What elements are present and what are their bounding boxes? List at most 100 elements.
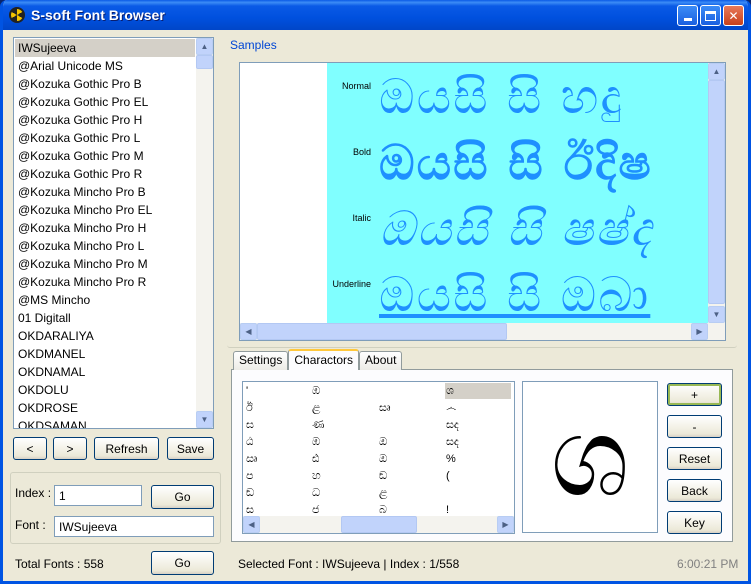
- font-list-item[interactable]: @Kozuka Mincho Pro B: [15, 183, 195, 201]
- scroll-thumb[interactable]: [196, 55, 213, 69]
- font-list-item[interactable]: @Kozuka Gothic Pro EL: [15, 93, 195, 111]
- font-list-item[interactable]: @Kozuka Mincho Pro H: [15, 219, 195, 237]
- char-cell[interactable]: ඹ: [311, 434, 377, 450]
- char-grid-hscrollbar[interactable]: ◀ ▶: [243, 516, 514, 533]
- char-cell[interactable]: ප: [245, 468, 311, 484]
- character-grid[interactable]: ' ඹ ශ ඊ ළ සෘ ෴ ඝ ණ සද ඨ ඹ ඔ සද ඍ ඪ ඔ% ප හ ඞ(ඞ ධ ළ ස ජ බ! ◀ ▶: [242, 381, 515, 534]
- char-scroll-left-button[interactable]: ◀: [243, 516, 260, 533]
- title-bar[interactable]: S-soft Font Browser ✕: [3, 0, 748, 30]
- char-cell[interactable]: ඔ: [378, 434, 444, 450]
- refresh-button[interactable]: Refresh: [94, 437, 159, 460]
- app-logo-icon[interactable]: [9, 7, 25, 23]
- samples-vscroll-thumb[interactable]: [708, 80, 725, 304]
- font-list-item[interactable]: OKDSAMAN: [15, 417, 195, 428]
- char-cell[interactable]: ළ: [311, 400, 377, 416]
- reset-button[interactable]: Reset: [667, 447, 722, 470]
- scroll-up-button[interactable]: ▲: [196, 38, 213, 55]
- char-hscroll-thumb[interactable]: [341, 516, 417, 533]
- char-cell[interactable]: ෴: [445, 400, 511, 416]
- char-cell[interactable]: ළ: [378, 485, 444, 501]
- font-list-item[interactable]: @Kozuka Gothic Pro R: [15, 165, 195, 183]
- font-list-item[interactable]: OKDNAMAL: [15, 363, 195, 381]
- key-button[interactable]: Key: [667, 511, 722, 534]
- index-go-button[interactable]: Go: [151, 485, 214, 509]
- maximize-button[interactable]: [700, 5, 721, 26]
- font-list-item[interactable]: @Kozuka Gothic Pro H: [15, 111, 195, 129]
- char-row: ' ඹ ශ: [243, 383, 511, 399]
- zoom-out-button[interactable]: -: [667, 415, 722, 438]
- preview-glyph: ශ: [550, 393, 630, 521]
- total-go-button[interactable]: Go: [151, 551, 214, 575]
- font-list-item[interactable]: @Kozuka Gothic Pro B: [15, 75, 195, 93]
- char-scroll-right-button[interactable]: ▶: [497, 516, 514, 533]
- char-cell[interactable]: ධ: [311, 485, 377, 501]
- samples-hscrollbar[interactable]: ◀ ▶: [240, 323, 725, 340]
- sample-style-label: Normal: [341, 81, 371, 91]
- font-list-item[interactable]: @Kozuka Gothic Pro L: [15, 129, 195, 147]
- samples-panel: Normal ඔයසි සි හදු Bold ඔයසි සි ඊදිෂ Italic ඔ…: [239, 62, 726, 341]
- save-button[interactable]: Save: [167, 437, 214, 460]
- prev-font-button[interactable]: <: [13, 437, 47, 460]
- font-list-item[interactable]: OKDMANEL: [15, 345, 195, 363]
- char-cell[interactable]: %: [445, 451, 511, 467]
- font-list-item[interactable]: @Kozuka Mincho Pro M: [15, 255, 195, 273]
- char-cell[interactable]: ඞ: [378, 468, 444, 484]
- char-cell[interactable]: (: [445, 468, 511, 484]
- char-cell[interactable]: ': [245, 383, 311, 399]
- close-button[interactable]: ✕: [723, 5, 744, 26]
- tab-strip: Settings Charactors About: [233, 349, 403, 370]
- font-list[interactable]: IWSujeeva @Arial Unicode MS @Kozuka Gothic…: [13, 37, 214, 429]
- char-cell[interactable]: ඞ: [245, 485, 311, 501]
- char-cell[interactable]: ඊ: [245, 400, 311, 416]
- samples-scroll-right-button[interactable]: ▶: [691, 323, 708, 340]
- font-list-item[interactable]: @Kozuka Mincho Pro L: [15, 237, 195, 255]
- index-input[interactable]: 1: [54, 485, 142, 506]
- char-row: ඞධළ: [243, 485, 498, 501]
- arrow-right-icon: ▶: [502, 520, 509, 529]
- char-cell[interactable]: ඪ: [311, 451, 377, 467]
- samples-scroll-up-button[interactable]: ▲: [708, 63, 725, 80]
- char-row: ප හ ඞ(: [243, 468, 498, 484]
- font-list-item[interactable]: 01 Digitall: [15, 309, 195, 327]
- back-button[interactable]: Back: [667, 479, 722, 502]
- char-cell[interactable]: ඍ: [245, 451, 311, 467]
- zoom-in-button[interactable]: +: [667, 383, 722, 406]
- font-list-items: IWSujeeva @Arial Unicode MS @Kozuka Gothic…: [14, 38, 213, 428]
- font-list-item[interactable]: @Kozuka Mincho Pro EL: [15, 201, 195, 219]
- samples-scroll-left-button[interactable]: ◀: [240, 323, 257, 340]
- minimize-button[interactable]: [677, 5, 698, 26]
- char-cell[interactable]: සෘ: [378, 400, 444, 416]
- font-list-item[interactable]: OKDOLU: [15, 381, 195, 399]
- font-list-item[interactable]: OKDARALIYA: [15, 327, 195, 345]
- char-cell[interactable]: ඹ: [311, 383, 377, 399]
- sample-row-italic: Italic ඔයසි සි ෂෂ්ද: [327, 205, 710, 271]
- index-label: Index :: [15, 486, 52, 500]
- font-list-item[interactable]: @Kozuka Gothic Pro M: [15, 147, 195, 165]
- char-cell[interactable]: ශ: [445, 383, 511, 399]
- char-cell[interactable]: ඨ: [245, 434, 311, 450]
- char-cell[interactable]: සද: [445, 434, 511, 450]
- font-list-item[interactable]: IWSujeeva: [15, 39, 195, 57]
- char-cell[interactable]: ඔ: [378, 451, 444, 467]
- status-selected-font: Selected Font : IWSujeeva | Index : 1/55…: [238, 557, 460, 571]
- font-list-scrollbar[interactable]: ▲ ▼: [196, 38, 213, 428]
- samples-canvas: Normal ඔයසි සි හදු Bold ඔයසි සි ඊදිෂ Italic ඔ…: [327, 63, 710, 325]
- tab-charactors[interactable]: Charactors: [288, 349, 360, 370]
- char-cell[interactable]: ඝ: [245, 417, 311, 433]
- samples-vscrollbar[interactable]: ▲ ▼: [708, 63, 725, 340]
- scroll-down-button[interactable]: ▼: [196, 411, 213, 428]
- font-list-item[interactable]: @Kozuka Mincho Pro R: [15, 273, 195, 291]
- font-name-input[interactable]: IWSujeeva: [54, 516, 214, 537]
- char-cell[interactable]: සද: [445, 417, 511, 433]
- char-cell[interactable]: හ: [311, 468, 377, 484]
- samples-scroll-down-button[interactable]: ▼: [708, 306, 725, 323]
- font-list-item[interactable]: @Arial Unicode MS: [15, 57, 195, 75]
- samples-hscroll-thumb[interactable]: [257, 323, 507, 340]
- sample-style-label: Underline: [332, 279, 371, 289]
- char-cell[interactable]: ණ: [311, 417, 377, 433]
- tab-settings[interactable]: Settings: [233, 351, 289, 370]
- next-font-button[interactable]: >: [53, 437, 87, 460]
- font-list-item[interactable]: @MS Mincho: [15, 291, 195, 309]
- tab-about[interactable]: About: [359, 351, 403, 370]
- font-list-item[interactable]: OKDROSE: [15, 399, 195, 417]
